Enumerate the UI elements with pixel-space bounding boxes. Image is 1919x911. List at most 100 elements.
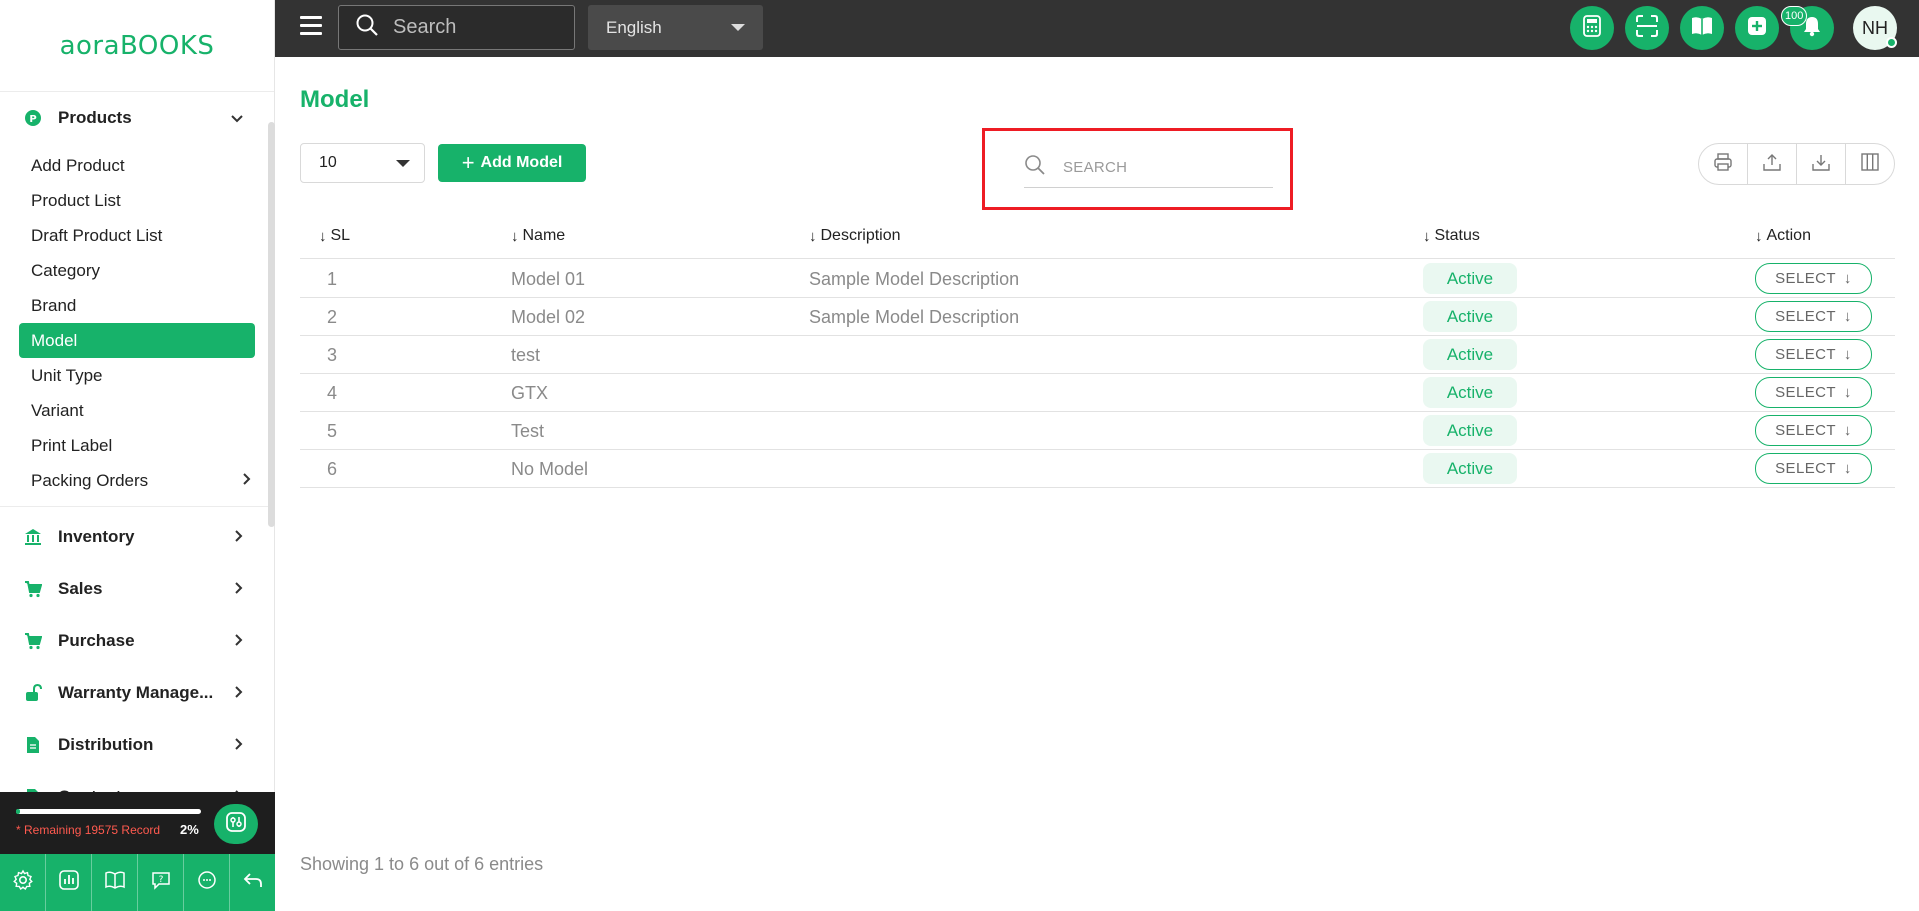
sidebar-item-label: Category (31, 260, 100, 280)
sidebar-item-draft-product-list[interactable]: Draft Product List (19, 218, 255, 253)
table-search-field[interactable] (1024, 148, 1273, 188)
cell-name: Model 02 (511, 307, 586, 327)
back-button[interactable] (230, 854, 275, 911)
document-icon (24, 736, 42, 754)
quick-add-button[interactable] (1735, 6, 1779, 50)
global-search-input[interactable]: Search (338, 5, 575, 50)
sidebar-item-label: Product List (31, 190, 121, 210)
sort-arrow-icon: ↓ (511, 227, 519, 245)
sidebar-group-products[interactable]: P Products (0, 92, 275, 144)
sidebar-group-label: Sales (58, 579, 103, 598)
add-model-button[interactable]: + Add Model (438, 144, 586, 182)
support-chat-icon (196, 869, 218, 896)
cell-description: Sample Model Description (809, 269, 1020, 289)
upgrade-button[interactable] (214, 804, 258, 844)
status-badge: Active (1423, 301, 1517, 332)
table-header: ↓ SL ↓ Name ↓ Description ↓ Status ↓ Action (300, 215, 1895, 259)
select-action-button[interactable]: SELECT ↓ (1755, 377, 1872, 408)
sidebar-item-label: Unit Type (31, 365, 103, 385)
sidebar-group-sales[interactable]: Sales (0, 563, 275, 615)
sidebar-item-product-list[interactable]: Product List (19, 183, 255, 218)
select-action-button[interactable]: SELECT ↓ (1755, 453, 1872, 484)
guide-button[interactable] (92, 854, 138, 911)
language-select[interactable]: English (588, 5, 763, 50)
arrow-down-icon: ↓ (1843, 422, 1852, 439)
sidebar-item-category[interactable]: Category (19, 253, 255, 288)
sidebar-item-unit-type[interactable]: Unit Type (19, 358, 255, 393)
sidebar-item-variant[interactable]: Variant (19, 393, 255, 428)
select-action-button[interactable]: SELECT ↓ (1755, 415, 1872, 446)
chevron-right-icon (243, 473, 251, 488)
columns-button[interactable] (1846, 144, 1894, 184)
column-header-description[interactable]: ↓ Description (809, 227, 901, 245)
scan-button[interactable] (1625, 6, 1669, 50)
calculator-icon (1582, 14, 1602, 42)
table-row: 2 Model 02 Sample Model Description Active S… (300, 298, 1895, 336)
sidebar-group-warranty-manage[interactable]: Warranty Manage... (0, 667, 275, 719)
record-progress-bar (16, 809, 201, 814)
hamburger-menu-icon[interactable] (300, 16, 322, 38)
sidebar-item-add-product[interactable]: Add Product (19, 148, 255, 183)
calculator-button[interactable] (1570, 6, 1614, 50)
sidebar-item-model[interactable]: Model (19, 323, 255, 358)
download-button[interactable] (1797, 144, 1846, 184)
divider (0, 506, 275, 507)
export-tools (1698, 143, 1895, 185)
search-icon (355, 13, 379, 42)
arrow-down-icon: ↓ (1843, 384, 1852, 401)
arrow-down-icon: ↓ (1843, 270, 1852, 287)
table-search-input[interactable] (1063, 159, 1253, 176)
bank-icon (24, 528, 42, 546)
settings-button[interactable] (0, 854, 46, 911)
select-label: SELECT (1775, 460, 1836, 477)
sidebar-group-purchase[interactable]: Purchase (0, 615, 275, 667)
sidebar-group-label: Purchase (58, 631, 135, 650)
chevron-right-icon (235, 633, 243, 649)
cell-sl: 5 (327, 421, 338, 441)
sidebar-item-label: Brand (31, 295, 77, 315)
select-label: SELECT (1775, 346, 1836, 363)
products-circle-icon: P (24, 109, 42, 127)
upload-button[interactable] (1748, 144, 1797, 184)
svg-text:?: ? (158, 875, 163, 885)
cart-icon (24, 580, 42, 598)
help-chat-icon: ? (150, 869, 172, 896)
column-header-action[interactable]: ↓ Action (1755, 227, 1811, 245)
brand-logo[interactable]: aoraBOOKS (0, 0, 274, 92)
sidebar-group-contacts[interactable]: Contacts (0, 771, 275, 792)
select-label: SELECT (1775, 308, 1836, 325)
print-button[interactable] (1699, 144, 1748, 184)
column-header-sl[interactable]: ↓ SL (319, 227, 350, 245)
page-title: Model (300, 86, 370, 113)
ledger-button[interactable] (1680, 6, 1724, 50)
top-navbar: Search English 100 NH (275, 0, 1919, 57)
sidebar-item-brand[interactable]: Brand (19, 288, 255, 323)
reports-button[interactable] (46, 854, 92, 911)
sort-arrow-icon: ↓ (1755, 227, 1763, 245)
sidebar-scrollbar[interactable] (268, 122, 275, 527)
sidebar-group-label: Distribution (58, 735, 154, 754)
cell-sl: 3 (327, 345, 338, 365)
select-action-button[interactable]: SELECT ↓ (1755, 301, 1872, 332)
sidebar-group-inventory[interactable]: Inventory (0, 511, 275, 563)
arrow-down-icon: ↓ (1843, 308, 1852, 325)
support-button[interactable] (184, 854, 230, 911)
user-avatar[interactable]: NH (1853, 6, 1897, 50)
sidebar-group-distribution[interactable]: Distribution (0, 719, 275, 771)
sidebar-item-packing-orders[interactable]: Packing Orders (19, 463, 255, 498)
column-label: Action (1766, 227, 1811, 244)
plus-icon: + (461, 150, 475, 175)
column-header-status[interactable]: ↓ Status (1423, 227, 1480, 245)
help-button[interactable]: ? (138, 854, 184, 911)
bottom-toolbar: ? (0, 854, 275, 911)
sidebar-menu: P Products Add Product Product List Draft … (0, 92, 275, 792)
select-action-button[interactable]: SELECT ↓ (1755, 263, 1872, 294)
sidebar-group-label: Products (58, 108, 132, 127)
select-action-button[interactable]: SELECT ↓ (1755, 339, 1872, 370)
column-header-name[interactable]: ↓ Name (511, 227, 565, 245)
chevron-right-icon (235, 529, 243, 545)
page-size-select[interactable]: 10 (300, 143, 425, 183)
sidebar-item-print-label[interactable]: Print Label (19, 428, 255, 463)
sidebar-item-label: Print Label (31, 435, 113, 455)
select-label: SELECT (1775, 422, 1836, 439)
